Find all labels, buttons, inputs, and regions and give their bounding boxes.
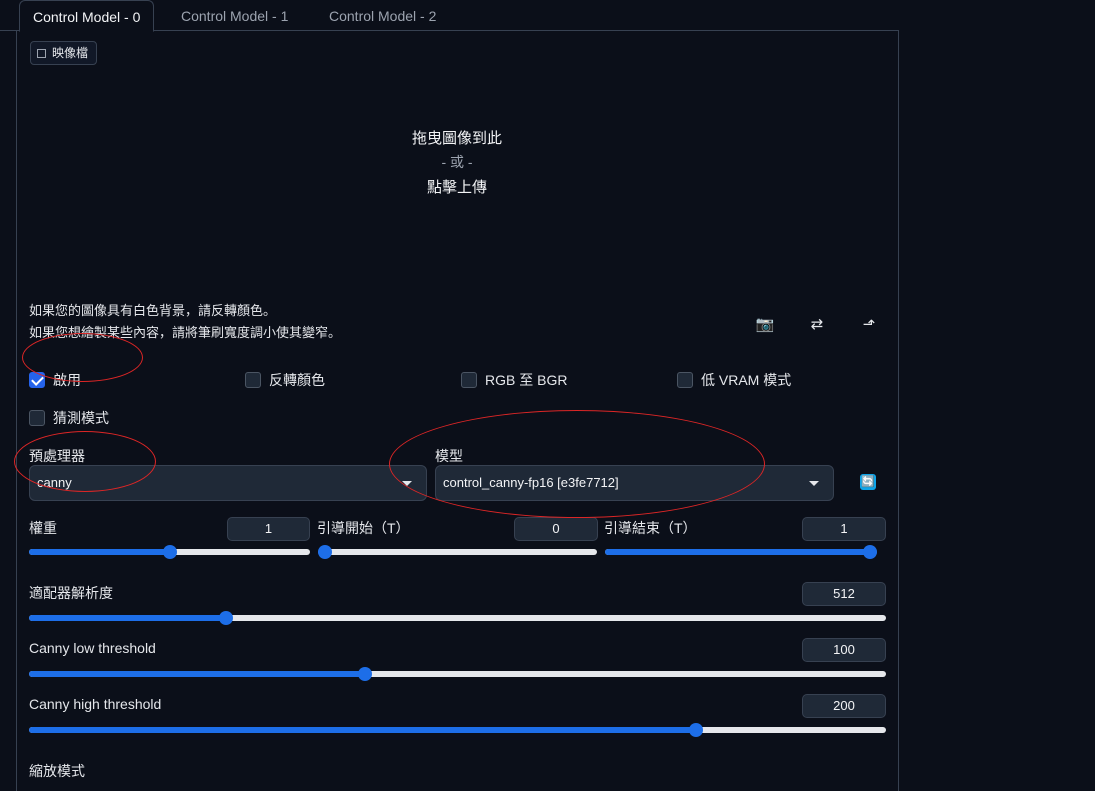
tab-control-model-1[interactable]: Control Model - 1 [168,0,301,31]
checkbox-icon [29,410,45,426]
hint-brush: 如果您想繪製某些內容，請將筆刷寬度調小使其變窄。 [29,325,342,340]
drop-image-text[interactable]: 拖曳圖像到此 [0,127,914,148]
enable-checkbox[interactable]: 啟用 [29,371,81,389]
guidance-start-slider[interactable] [318,545,597,559]
guidance-end-slider[interactable] [605,545,877,559]
invert-color-checkbox[interactable]: 反轉顏色 [245,371,325,389]
drop-or-text: - 或 - [441,154,473,170]
chevron-down-icon [809,481,819,486]
hint-invert: 如果您的圖像具有白色背景，請反轉顏色。 [29,303,277,318]
guess-mode-checkbox[interactable]: 猜測模式 [29,409,109,427]
model-label: 模型 [435,448,463,464]
guidance-start-label: 引導開始（T） [317,520,410,536]
image-icon [37,49,46,58]
click-upload-text[interactable]: 點擊上傳 [0,176,914,197]
annotator-resolution-slider[interactable] [29,611,886,625]
canny-low-threshold-slider[interactable] [29,667,886,681]
tab-bar: Control Model - 0 Control Model - 1 Cont… [0,0,899,32]
slider-thumb[interactable] [863,545,877,559]
tab-control-model-0[interactable]: Control Model - 0 [19,0,155,32]
canny-high-threshold-label: Canny high threshold [29,696,162,712]
canny-low-threshold-input[interactable]: 100 [802,638,886,662]
preprocessor-label: 預處理器 [29,448,85,464]
slider-thumb[interactable] [318,545,332,559]
camera-icon[interactable]: 📷 [755,315,775,333]
canny-high-threshold-input[interactable]: 200 [802,694,886,718]
weight-slider[interactable] [29,545,310,559]
checkbox-icon [245,372,261,388]
swap-icon[interactable]: ⇄ [807,315,827,333]
preprocessor-select[interactable]: canny [29,465,427,501]
guidance-end-input[interactable]: 1 [802,517,886,541]
low-vram-checkbox[interactable]: 低 VRAM 模式 [677,371,791,389]
slider-thumb[interactable] [162,545,177,559]
slider-thumb[interactable] [357,667,372,681]
weight-input[interactable]: 1 [227,517,310,541]
chevron-down-icon [402,481,412,486]
send-dimensions-icon[interactable]: ⬏ [859,315,879,333]
rgb-to-bgr-checkbox[interactable]: RGB 至 BGR [461,371,567,389]
image-label: 映像檔 [30,41,98,65]
checkbox-icon [461,372,477,388]
refresh-models-button[interactable]: 🔄 [860,474,876,490]
canny-high-threshold-slider[interactable] [29,723,886,737]
resize-mode-label: 縮放模式 [29,763,85,779]
checkbox-icon [29,372,45,388]
slider-thumb[interactable] [219,611,234,625]
guidance-end-label: 引導結束（T） [604,520,697,536]
model-select[interactable]: control_canny-fp16 [e3fe7712] [435,465,834,501]
annotator-resolution-label: 適配器解析度 [29,585,113,601]
annotator-resolution-input[interactable]: 512 [802,582,886,606]
weight-label: 權重 [29,520,57,536]
tab-control-model-2[interactable]: Control Model - 2 [316,0,449,31]
canny-low-threshold-label: Canny low threshold [29,640,156,656]
guidance-start-input[interactable]: 0 [514,517,598,541]
checkbox-icon [677,372,693,388]
slider-thumb[interactable] [689,723,704,737]
